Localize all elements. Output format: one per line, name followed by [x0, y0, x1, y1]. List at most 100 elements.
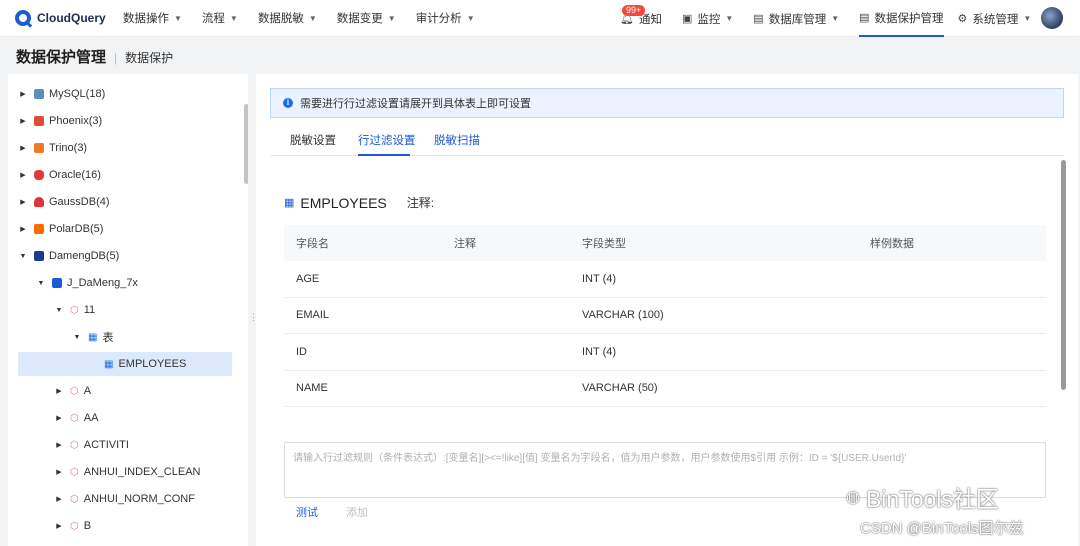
schema-icon: ⬡: [70, 385, 79, 397]
schema-icon: ⬡: [70, 439, 79, 451]
shield-doc-icon: ▤: [859, 12, 870, 24]
gear-icon: ⚙: [957, 13, 968, 25]
caret-down-icon[interactable]: ▼: [72, 334, 82, 341]
caret-right-icon[interactable]: ▶: [18, 117, 28, 125]
cell-field: EMAIL: [296, 309, 330, 322]
tree-node-label: ANHUI_NORM_CONF: [83, 493, 195, 505]
tree-node-polardb[interactable]: ▶ PolarDB(5): [18, 217, 232, 241]
nav-label: 审计分析: [415, 13, 462, 25]
add-button[interactable]: 添加: [346, 504, 368, 520]
schema-icon: ⬡: [70, 466, 79, 478]
tree-node-gaussdb[interactable]: ▶ GaussDB(4): [18, 190, 232, 214]
tree-node-employees[interactable]: ▦ EMPLOYEES: [18, 352, 232, 376]
main-panel: i 需要进行行过滤设置请展开到具体表上即可设置 脱敏设置 行过滤设置 脱敏扫描 …: [256, 74, 1078, 546]
caret-right-icon[interactable]: ▶: [18, 225, 28, 233]
info-notice: i 需要进行行过滤设置请展开到具体表上即可设置: [270, 88, 1064, 118]
tree-node-damengdb[interactable]: ▼ DamengDB(5): [18, 244, 232, 268]
tree-node-schema-aa[interactable]: ▶ ⬡ AA: [18, 406, 232, 430]
tree-node-schema-anhui-index[interactable]: ▶ ⬡ ANHUI_INDEX_CLEAN: [18, 460, 232, 484]
database-tree-panel: ▶ MySQL(18) ▶ Phoenix(3) ▶ Trino(3) ▶ Or…: [8, 74, 248, 546]
nav-data-protect[interactable]: ▤ 数据保护管理: [859, 0, 944, 37]
nav-system[interactable]: ⚙ 系统管理 ▼: [958, 0, 1032, 37]
chevron-down-icon: ▼: [831, 14, 840, 23]
test-button[interactable]: 测试: [296, 504, 318, 520]
caret-right-icon[interactable]: ▶: [54, 522, 64, 530]
tree-node-schema-anhui-norm[interactable]: ▶ ⬡ ANHUI_NORM_CONF: [18, 487, 232, 511]
tree-node-label: GaussDB(4): [49, 196, 110, 208]
tree-scrollbar[interactable]: [244, 104, 248, 184]
info-icon: i: [283, 98, 293, 108]
tree-node-trino[interactable]: ▶ Trino(3): [18, 136, 232, 160]
caret-right-icon[interactable]: ▶: [54, 441, 64, 449]
tree-node-schema-11[interactable]: ▼ ⬡ 11: [18, 298, 232, 322]
table-icon: ▦: [104, 358, 114, 370]
table-icon: ▦: [284, 197, 295, 209]
tree-node-phoenix[interactable]: ▶ Phoenix(3): [18, 109, 232, 133]
chevron-down-icon: ▼: [174, 13, 182, 23]
tree-node-schema-b[interactable]: ▶ ⬡ B: [18, 514, 232, 538]
nav-label: 监控: [697, 13, 721, 26]
nav-data-change[interactable]: 数据变更 ▼: [337, 0, 396, 37]
nav-label: 数据操作: [123, 13, 169, 25]
tree-node-schema-a[interactable]: ▶ ⬡ A: [18, 379, 232, 403]
chevron-down-icon: ▼: [466, 13, 475, 23]
gaussdb-icon: [34, 197, 44, 207]
tree-node-label: Phoenix(3): [49, 115, 103, 127]
tree-node-schema-activiti[interactable]: ▶ ⬡ ACTIVITI: [18, 433, 232, 457]
right-nav: 🔔︎ 99+ 通知 ▣ 监控 ▼ ▤ 数据库管理 ▼ ▤ 数据保护管理 ⚙ 系统管理…: [620, 0, 1051, 37]
tab-bar: 脱敏设置 行过滤设置 脱敏扫描: [270, 126, 1064, 156]
caret-down-icon[interactable]: ▼: [54, 307, 64, 314]
tree-node-label: A: [83, 385, 92, 397]
mysql-icon: [34, 89, 44, 99]
main-nav: 数据操作 ▼ 流程 ▼ 数据脱敏 ▼ 数据变更 ▼ 审计分析 ▼: [123, 0, 495, 37]
caret-right-icon[interactable]: ▶: [18, 144, 28, 152]
table-row: AGE INT (4): [284, 261, 1046, 298]
app-logo[interactable]: CloudQuery: [15, 10, 123, 26]
tab-row-filter[interactable]: 行过滤设置: [358, 132, 416, 148]
col-header-field: 字段名: [296, 238, 329, 250]
wechat-icon: ◍: [846, 489, 860, 506]
nav-data-ops[interactable]: 数据操作 ▼: [123, 0, 182, 37]
tree-node-label: EMPLOYEES: [118, 358, 187, 370]
caret-right-icon[interactable]: ▶: [54, 387, 64, 395]
caret-right-icon[interactable]: ▶: [18, 171, 28, 179]
nav-label: 数据保护管理: [874, 12, 944, 25]
nav-masking[interactable]: 数据脱敏 ▼: [258, 0, 317, 37]
schema-icon: ⬡: [70, 520, 79, 532]
page-title: 数据保护管理: [16, 49, 107, 66]
main-scrollbar[interactable]: [1061, 160, 1066, 390]
tree-node-oracle[interactable]: ▶ Oracle(16): [18, 163, 232, 187]
tab-masking-settings[interactable]: 脱敏设置: [290, 132, 336, 148]
caret-right-icon[interactable]: ▶: [54, 468, 64, 476]
nav-db-manage[interactable]: ▤ 数据库管理 ▼: [753, 0, 839, 37]
tree-node-tables-group[interactable]: ▼ ▦ 表: [18, 325, 232, 349]
chevron-down-icon: ▼: [229, 13, 238, 23]
nav-notifications[interactable]: 🔔︎ 99+ 通知: [620, 0, 662, 37]
tab-masking-scan[interactable]: 脱敏扫描: [434, 132, 480, 148]
nav-audit[interactable]: 审计分析 ▼: [416, 0, 475, 37]
schema-icon: ⬡: [70, 493, 79, 505]
col-header-comment: 注释: [454, 238, 476, 250]
caret-right-icon[interactable]: ▶: [18, 90, 28, 98]
tree-node-label: Oracle(16): [49, 169, 101, 181]
table-row: ID INT (4): [284, 334, 1046, 371]
tree-node-label: ACTIVITI: [83, 439, 129, 451]
nav-label: 流程: [201, 13, 225, 25]
caret-down-icon[interactable]: ▼: [36, 280, 46, 287]
tree-node-mysql[interactable]: ▶ MySQL(18): [18, 82, 232, 106]
phoenix-icon: [34, 116, 44, 126]
table-name: EMPLOYEES: [300, 194, 387, 211]
fields-table: 字段名 注释 字段类型 样例数据 AGE INT (4) EMAIL VARCH…: [284, 225, 1046, 407]
table-comment-label: 注释:: [406, 196, 435, 210]
avatar[interactable]: [1041, 7, 1063, 29]
nav-monitor[interactable]: ▣ 监控 ▼: [682, 0, 733, 37]
tree-node-label: PolarDB(5): [49, 223, 104, 235]
tree-node-connection[interactable]: ▼ J_DaMeng_7x: [18, 271, 232, 295]
caret-down-icon[interactable]: ▼: [18, 253, 28, 260]
table-heading: ▦ EMPLOYEES 注释:: [284, 194, 434, 211]
nav-flow[interactable]: 流程 ▼: [202, 0, 238, 37]
tree-node-label: B: [83, 520, 92, 532]
caret-right-icon[interactable]: ▶: [54, 414, 64, 422]
caret-right-icon[interactable]: ▶: [18, 198, 28, 206]
caret-right-icon[interactable]: ▶: [54, 495, 64, 503]
